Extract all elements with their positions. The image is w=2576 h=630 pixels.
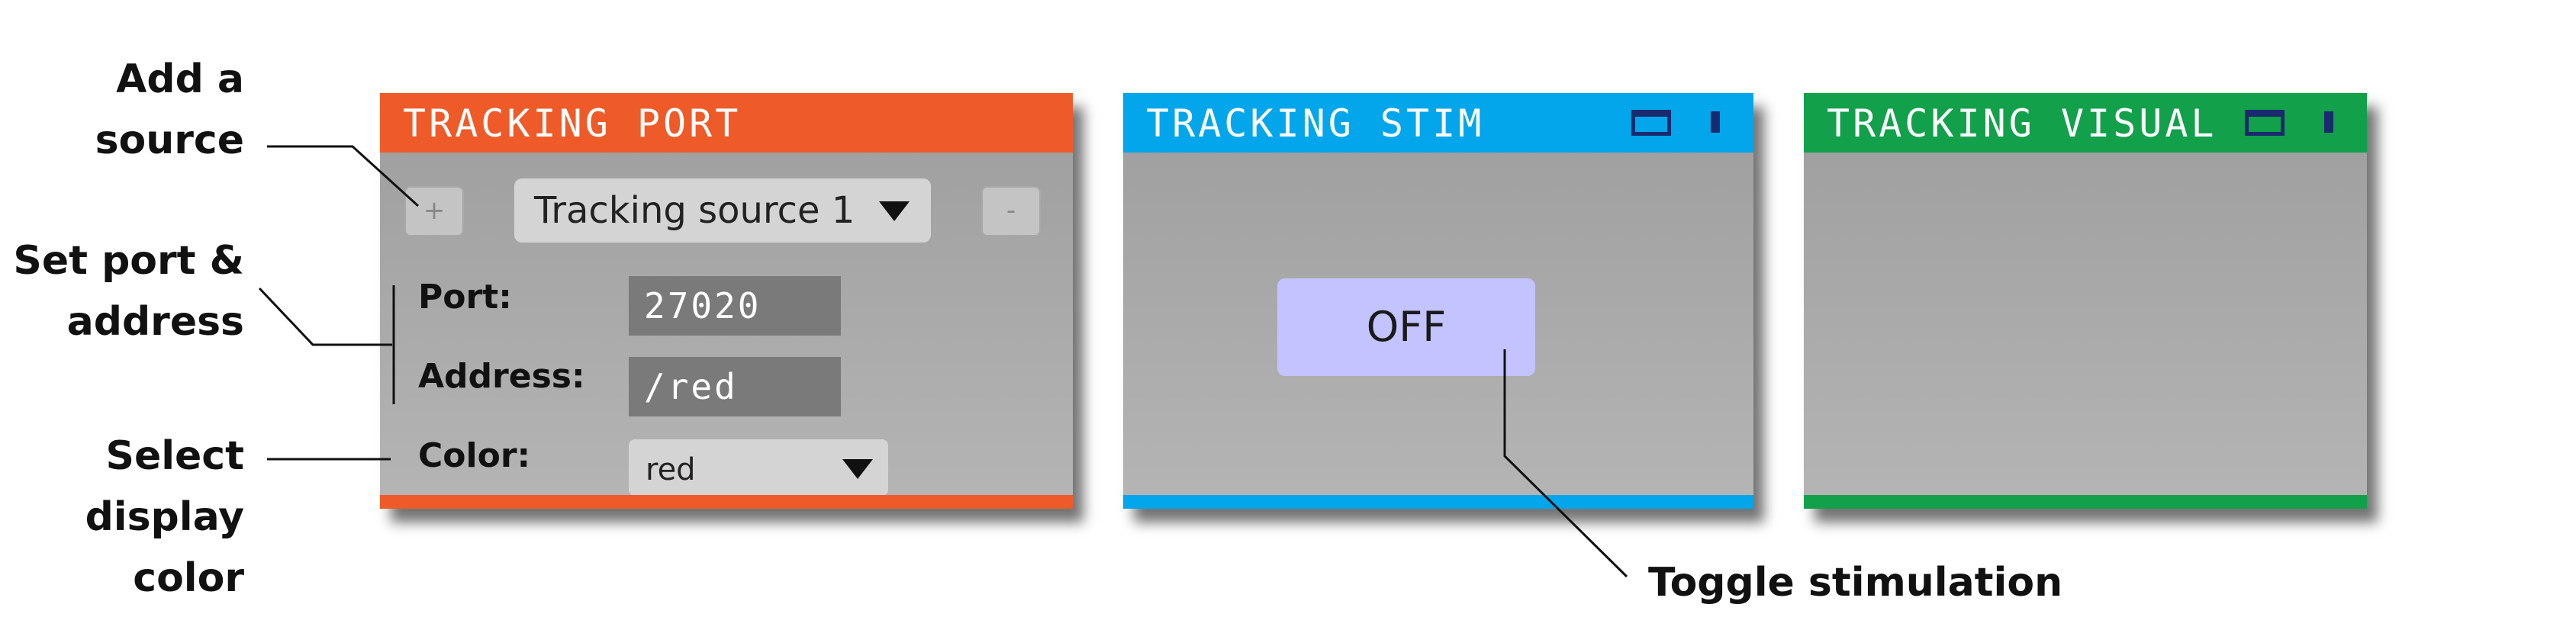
leader-line-set-port bbox=[258, 287, 392, 346]
leader-line-toggle bbox=[1503, 349, 1628, 578]
callout-lines bbox=[258, 145, 1628, 578]
leader-line-add-source bbox=[267, 145, 420, 207]
